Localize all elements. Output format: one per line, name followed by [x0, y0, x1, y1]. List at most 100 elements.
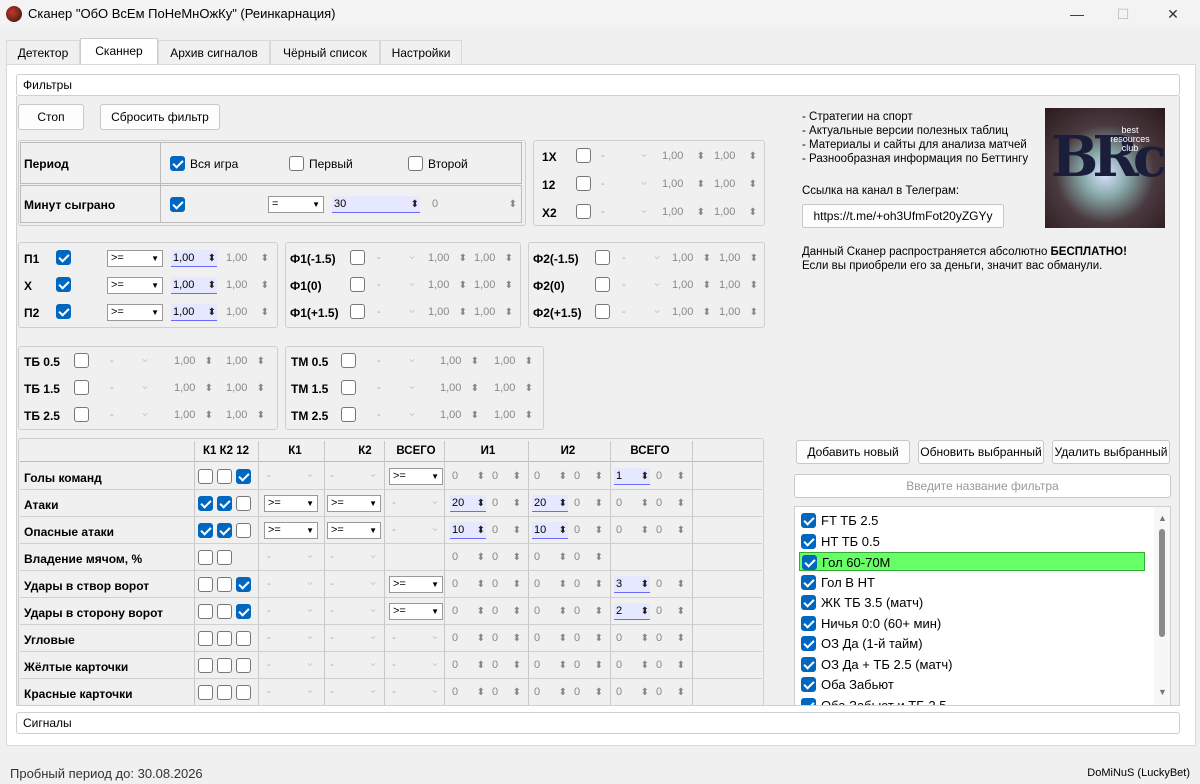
stat-i1b-spinner[interactable]: 0: [490, 684, 522, 701]
odds-max-spinner[interactable]: 1,00: [712, 204, 758, 221]
tab-blacklist[interactable]: Чёрный список: [270, 40, 380, 64]
outcome-min-spinner[interactable]: 1,00: [171, 250, 217, 267]
filter-item-checkbox[interactable]: [801, 595, 816, 610]
handicap1-max-spinner[interactable]: 1,00: [472, 277, 514, 294]
stat-k2-select[interactable]: >=: [327, 495, 381, 512]
stat-checkbox[interactable]: [217, 577, 232, 592]
stat-checkbox[interactable]: [217, 496, 232, 511]
stat-i2-spinner[interactable]: 0: [532, 468, 568, 485]
stat-total-spinner[interactable]: 0: [614, 522, 650, 539]
stat-totalb-spinner[interactable]: 0: [654, 684, 686, 701]
total-under-select[interactable]: -: [374, 350, 420, 370]
handicap1-select[interactable]: -: [374, 247, 420, 267]
reset-filter-button[interactable]: Сбросить фильтр: [100, 104, 220, 130]
minutes-value2-spinner[interactable]: 0: [430, 196, 518, 213]
stat-totalb-spinner[interactable]: 0: [654, 468, 686, 485]
stat-i2-spinner[interactable]: 0: [532, 603, 568, 620]
stat-total-spinner[interactable]: 0: [614, 495, 650, 512]
outcome-op-select[interactable]: >=: [107, 304, 163, 321]
stat-k1-select[interactable]: -: [264, 681, 318, 701]
minutes-checkbox[interactable]: [170, 197, 185, 212]
stat-i2-spinner[interactable]: 10: [532, 522, 568, 539]
total-under-max-spinner[interactable]: 1,00: [492, 407, 534, 424]
outcome-max-spinner[interactable]: 1,00: [224, 277, 270, 294]
filter-item-checkbox[interactable]: [802, 555, 817, 570]
filter-list-item[interactable]: ОЗ Да (1-й тайм): [799, 634, 1145, 653]
stat-i1b-spinner[interactable]: 0: [490, 630, 522, 647]
stat-i1-spinner[interactable]: 10: [450, 522, 486, 539]
handicap1-min-spinner[interactable]: 1,00: [426, 250, 468, 267]
odds-min-spinner[interactable]: 1,00: [660, 176, 706, 193]
filter-item-checkbox[interactable]: [801, 656, 816, 672]
stat-checkbox[interactable]: [217, 604, 232, 619]
handicap1-checkbox[interactable]: [350, 277, 365, 292]
period-all-checkbox[interactable]: [170, 156, 185, 171]
stat-checkbox[interactable]: [217, 631, 232, 646]
stat-totalb-spinner[interactable]: 0: [654, 630, 686, 647]
handicap2-max-spinner[interactable]: 1,00: [717, 250, 759, 267]
stat-total-spinner[interactable]: 1: [614, 468, 650, 485]
stat-i1-spinner[interactable]: 20: [450, 495, 486, 512]
stat-checkbox[interactable]: [236, 469, 251, 484]
total-over-checkbox[interactable]: [74, 353, 89, 368]
stat-total-select[interactable]: -: [389, 492, 443, 512]
total-over-min-spinner[interactable]: 1,00: [172, 353, 214, 370]
total-over-checkbox[interactable]: [74, 380, 89, 395]
stat-i1-spinner[interactable]: 0: [450, 684, 486, 701]
minutes-op-select[interactable]: =: [268, 196, 324, 213]
stat-k1-select[interactable]: >=: [264, 495, 318, 512]
filter-list-item[interactable]: Оба Забьют и ТБ 2.5: [799, 696, 1145, 705]
stat-total-spinner[interactable]: 0: [614, 657, 650, 674]
handicap2-min-spinner[interactable]: 1,00: [670, 304, 712, 321]
handicap2-checkbox[interactable]: [595, 250, 610, 265]
outcome-max-spinner[interactable]: 1,00: [224, 304, 270, 321]
stat-i1-spinner[interactable]: 0: [450, 657, 486, 674]
list-scrollbar[interactable]: ▲ ▼: [1154, 507, 1170, 705]
double-chance-select[interactable]: -: [598, 201, 652, 221]
stat-i2b-spinner[interactable]: 0: [572, 522, 604, 539]
stat-k1-select[interactable]: -: [264, 654, 318, 674]
stat-checkbox[interactable]: [217, 523, 232, 538]
stat-k2-select[interactable]: -: [327, 465, 381, 485]
handicap1-max-spinner[interactable]: 1,00: [472, 304, 514, 321]
tab-signal-archive[interactable]: Архив сигналов: [158, 40, 270, 64]
stat-i1b-spinner[interactable]: 0: [490, 522, 522, 539]
telegram-link[interactable]: https://t.me/+oh3UfmFot20yZGYy: [802, 204, 1004, 228]
stat-i2-spinner[interactable]: 0: [532, 630, 568, 647]
filter-list-item[interactable]: Оба Забьют: [799, 675, 1145, 694]
double-chance-select[interactable]: -: [598, 145, 652, 165]
total-under-max-spinner[interactable]: 1,00: [492, 380, 534, 397]
filter-list-item[interactable]: ЖК ТБ 3.5 (матч): [799, 593, 1145, 612]
filter-item-checkbox[interactable]: [801, 533, 816, 549]
handicap2-select[interactable]: -: [619, 274, 665, 294]
stat-i2-spinner[interactable]: 0: [532, 549, 568, 566]
delete-filter-button[interactable]: Удалить выбранный: [1052, 440, 1170, 464]
update-filter-button[interactable]: Обновить выбранный: [918, 440, 1044, 464]
maximize-button[interactable]: ☐: [1100, 0, 1146, 28]
stat-k1-select[interactable]: -: [264, 627, 318, 647]
stat-i2b-spinner[interactable]: 0: [572, 684, 604, 701]
filter-item-checkbox[interactable]: [801, 697, 816, 705]
outcome-checkbox[interactable]: [56, 250, 71, 265]
period-second-checkbox[interactable]: [408, 156, 423, 171]
stat-i1b-spinner[interactable]: 0: [490, 468, 522, 485]
filter-item-checkbox[interactable]: [801, 636, 816, 651]
stat-totalb-spinner[interactable]: 0: [654, 657, 686, 674]
stat-checkbox[interactable]: [198, 550, 213, 565]
stat-k2-select[interactable]: -: [327, 654, 381, 674]
stat-k1-select[interactable]: -: [264, 546, 318, 566]
stat-i2b-spinner[interactable]: 0: [572, 549, 604, 566]
stat-i1-spinner[interactable]: 0: [450, 630, 486, 647]
handicap1-select[interactable]: -: [374, 301, 420, 321]
stat-checkbox[interactable]: [198, 523, 213, 538]
stat-checkbox[interactable]: [236, 523, 251, 538]
handicap2-checkbox[interactable]: [595, 277, 610, 292]
filter-list-item[interactable]: HT ТБ 0.5: [799, 532, 1145, 551]
stat-checkbox[interactable]: [198, 604, 213, 619]
stat-i2b-spinner[interactable]: 0: [572, 468, 604, 485]
total-over-select[interactable]: -: [107, 350, 153, 370]
filter-item-checkbox[interactable]: [801, 615, 816, 631]
close-button[interactable]: ✕: [1150, 0, 1196, 28]
handicap1-max-spinner[interactable]: 1,00: [472, 250, 514, 267]
stat-k1-select[interactable]: -: [264, 465, 318, 485]
